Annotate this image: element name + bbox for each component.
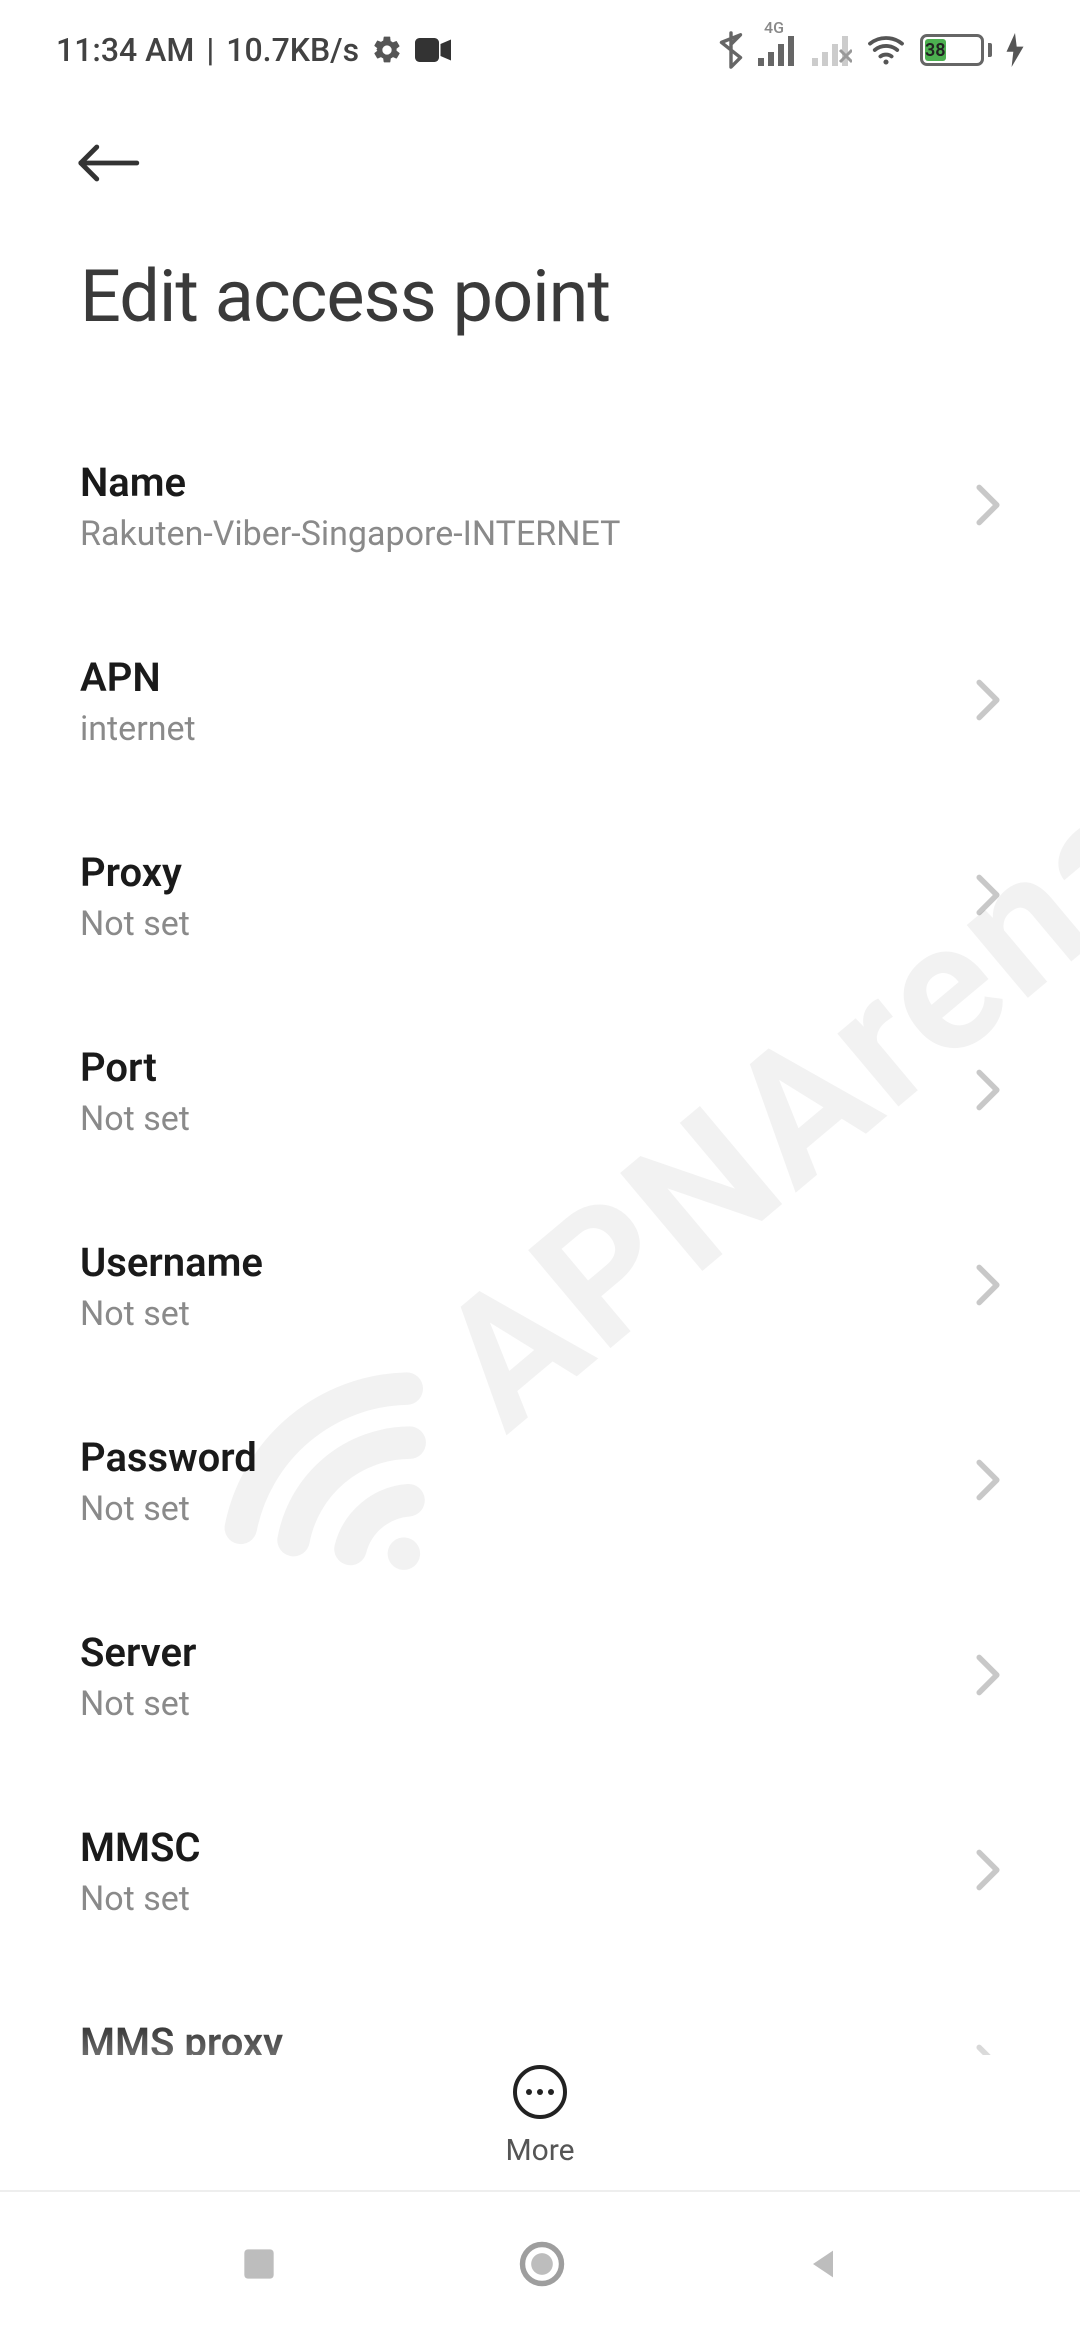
chevron-right-icon bbox=[974, 873, 1002, 921]
row-server[interactable]: Server Not set bbox=[0, 1579, 1080, 1774]
row-value: internet bbox=[80, 709, 196, 749]
signal-sim1-icon: 4G bbox=[758, 34, 798, 66]
battery-indicator: 38 bbox=[920, 34, 992, 66]
row-value: Not set bbox=[80, 1489, 257, 1529]
row-value: Rakuten-Viber-Singapore-INTERNET bbox=[80, 514, 620, 554]
row-value: Not set bbox=[80, 1099, 190, 1139]
row-value: Not set bbox=[80, 1879, 201, 1919]
wifi-icon bbox=[866, 34, 906, 66]
chevron-right-icon bbox=[974, 1848, 1002, 1896]
row-label: Username bbox=[80, 1239, 263, 1286]
row-password[interactable]: Password Not set bbox=[0, 1384, 1080, 1579]
bluetooth-icon bbox=[718, 31, 744, 69]
row-label: Password bbox=[80, 1434, 257, 1481]
signal-sim2-icon bbox=[812, 34, 852, 66]
row-port[interactable]: Port Not set bbox=[0, 994, 1080, 1189]
chevron-right-icon bbox=[974, 678, 1002, 726]
row-label: Proxy bbox=[80, 849, 190, 896]
charging-icon bbox=[1006, 33, 1024, 67]
status-separator: | bbox=[206, 31, 214, 69]
row-label: Name bbox=[80, 459, 620, 506]
row-name[interactable]: Name Rakuten-Viber-Singapore-INTERNET bbox=[0, 409, 1080, 604]
row-label: Server bbox=[80, 1629, 196, 1676]
row-value: Not set bbox=[80, 904, 190, 944]
system-nav-bar bbox=[0, 2190, 1080, 2340]
row-proxy[interactable]: Proxy Not set bbox=[0, 799, 1080, 994]
chevron-right-icon bbox=[974, 1653, 1002, 1701]
chevron-right-icon bbox=[974, 1068, 1002, 1116]
row-value: Not set bbox=[80, 1294, 263, 1334]
page-title: Edit access point bbox=[0, 230, 1080, 409]
gear-icon bbox=[371, 34, 403, 66]
chevron-right-icon bbox=[974, 1263, 1002, 1311]
chevron-right-icon bbox=[974, 483, 1002, 531]
chevron-right-icon bbox=[974, 1458, 1002, 1506]
nav-home-button[interactable] bbox=[516, 2238, 568, 2294]
more-button[interactable] bbox=[513, 2065, 567, 2119]
row-label: Port bbox=[80, 1044, 190, 1091]
bottom-action-bar: More bbox=[0, 2055, 1080, 2168]
camera-icon bbox=[415, 37, 451, 63]
status-time: 11:34 AM bbox=[56, 31, 194, 69]
back-button[interactable] bbox=[76, 141, 140, 189]
nav-recents-button[interactable] bbox=[237, 2242, 281, 2290]
row-mmsc[interactable]: MMSC Not set bbox=[0, 1774, 1080, 1969]
row-username[interactable]: Username Not set bbox=[0, 1189, 1080, 1384]
status-bar: 11:34 AM | 10.7KB/s 4G 38 bbox=[0, 0, 1080, 100]
nav-back-button[interactable] bbox=[803, 2244, 843, 2288]
row-label: APN bbox=[80, 654, 196, 701]
app-bar bbox=[0, 100, 1080, 230]
more-label: More bbox=[505, 2133, 574, 2168]
row-value: Not set bbox=[80, 1684, 196, 1724]
row-label: MMSC bbox=[80, 1824, 201, 1871]
apn-fields-list: Name Rakuten-Viber-Singapore-INTERNET AP… bbox=[0, 409, 1080, 2164]
status-speed: 10.7KB/s bbox=[226, 31, 359, 69]
row-apn[interactable]: APN internet bbox=[0, 604, 1080, 799]
